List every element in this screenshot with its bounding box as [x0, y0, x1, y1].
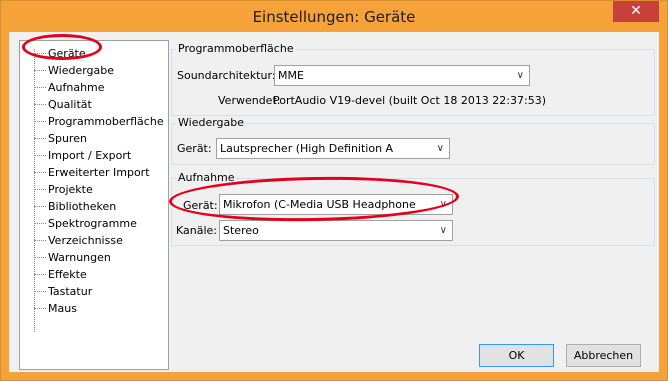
soundarchitektur-dropdown[interactable]: MME ∨ [274, 65, 530, 86]
cancel-button[interactable]: Abbrechen [566, 344, 641, 367]
tree-item-tastatur[interactable]: Tastatur [20, 284, 92, 300]
tree-item-erweiterter-import[interactable]: Erweiterter Import [20, 165, 150, 181]
window-title: Einstellungen: Geräte [252, 8, 416, 26]
tree-item-aufnahme[interactable]: Aufnahme [20, 80, 105, 96]
tree-item-qualitaet[interactable]: Qualität [20, 97, 92, 113]
category-tree[interactable]: Geräte Wiedergabe Aufnahme Qualität Prog… [19, 40, 169, 370]
wiedergabe-geraet-dropdown[interactable]: Lautsprecher (High Definition A ∨ [216, 138, 450, 159]
chevron-down-icon: ∨ [439, 199, 447, 210]
tree-item-projekte[interactable]: Projekte [20, 182, 93, 198]
chevron-down-icon: ∨ [439, 225, 447, 236]
wiedergabe-geraet-label: Gerät: [177, 142, 212, 155]
aufnahme-geraet-value: Mikrofon (C-Media USB Headphone [223, 198, 416, 211]
kanaele-value: Stereo [223, 224, 259, 237]
group-title-wiedergabe: Wiedergabe [176, 116, 247, 129]
group-title-programmoberflaeche: Programmoberfläche [176, 42, 296, 55]
tree-item-geraete[interactable]: Geräte [20, 46, 86, 62]
group-title-aufnahme: Aufnahme [176, 171, 237, 184]
settings-window: Einstellungen: Geräte ✕ Geräte Wiedergab… [0, 0, 668, 381]
tree-item-maus[interactable]: Maus [20, 301, 77, 317]
verwendet-label: Verwendet: [218, 94, 281, 107]
chevron-down-icon: ∨ [516, 70, 524, 81]
tree-item-effekte[interactable]: Effekte [20, 267, 87, 283]
chevron-down-icon: ∨ [436, 143, 444, 154]
tree-item-warnungen[interactable]: Warnungen [20, 250, 111, 266]
tree-item-wiedergabe[interactable]: Wiedergabe [20, 63, 114, 79]
aufnahme-geraet-label: Gerät: [183, 199, 218, 212]
ok-button[interactable]: OK [479, 344, 554, 367]
tree-item-verzeichnisse[interactable]: Verzeichnisse [20, 233, 123, 249]
soundarchitektur-value: MME [278, 69, 304, 82]
soundarchitektur-label: Soundarchitektur: [177, 69, 276, 82]
verwendet-value: PortAudio V19-devel (built Oct 18 2013 2… [273, 94, 547, 107]
aufnahme-geraet-dropdown[interactable]: Mikrofon (C-Media USB Headphone ∨ [219, 194, 453, 215]
tree-item-programmoberflaeche[interactable]: Programmoberfläche [20, 114, 164, 130]
kanaele-dropdown[interactable]: Stereo ∨ [219, 220, 453, 241]
wiedergabe-geraet-value: Lautsprecher (High Definition A [220, 142, 394, 155]
tree-item-bibliotheken[interactable]: Bibliotheken [20, 199, 116, 215]
tree-item-import-export[interactable]: Import / Export [20, 148, 131, 164]
kanaele-label: Kanäle: [176, 224, 218, 237]
dialog-content: Geräte Wiedergabe Aufnahme Qualität Prog… [9, 32, 659, 372]
tree-item-spuren[interactable]: Spuren [20, 131, 87, 147]
tree-item-spektrogramme[interactable]: Spektrogramme [20, 216, 137, 232]
title-bar[interactable]: Einstellungen: Geräte ✕ [1, 1, 667, 31]
close-button[interactable]: ✕ [613, 1, 659, 22]
